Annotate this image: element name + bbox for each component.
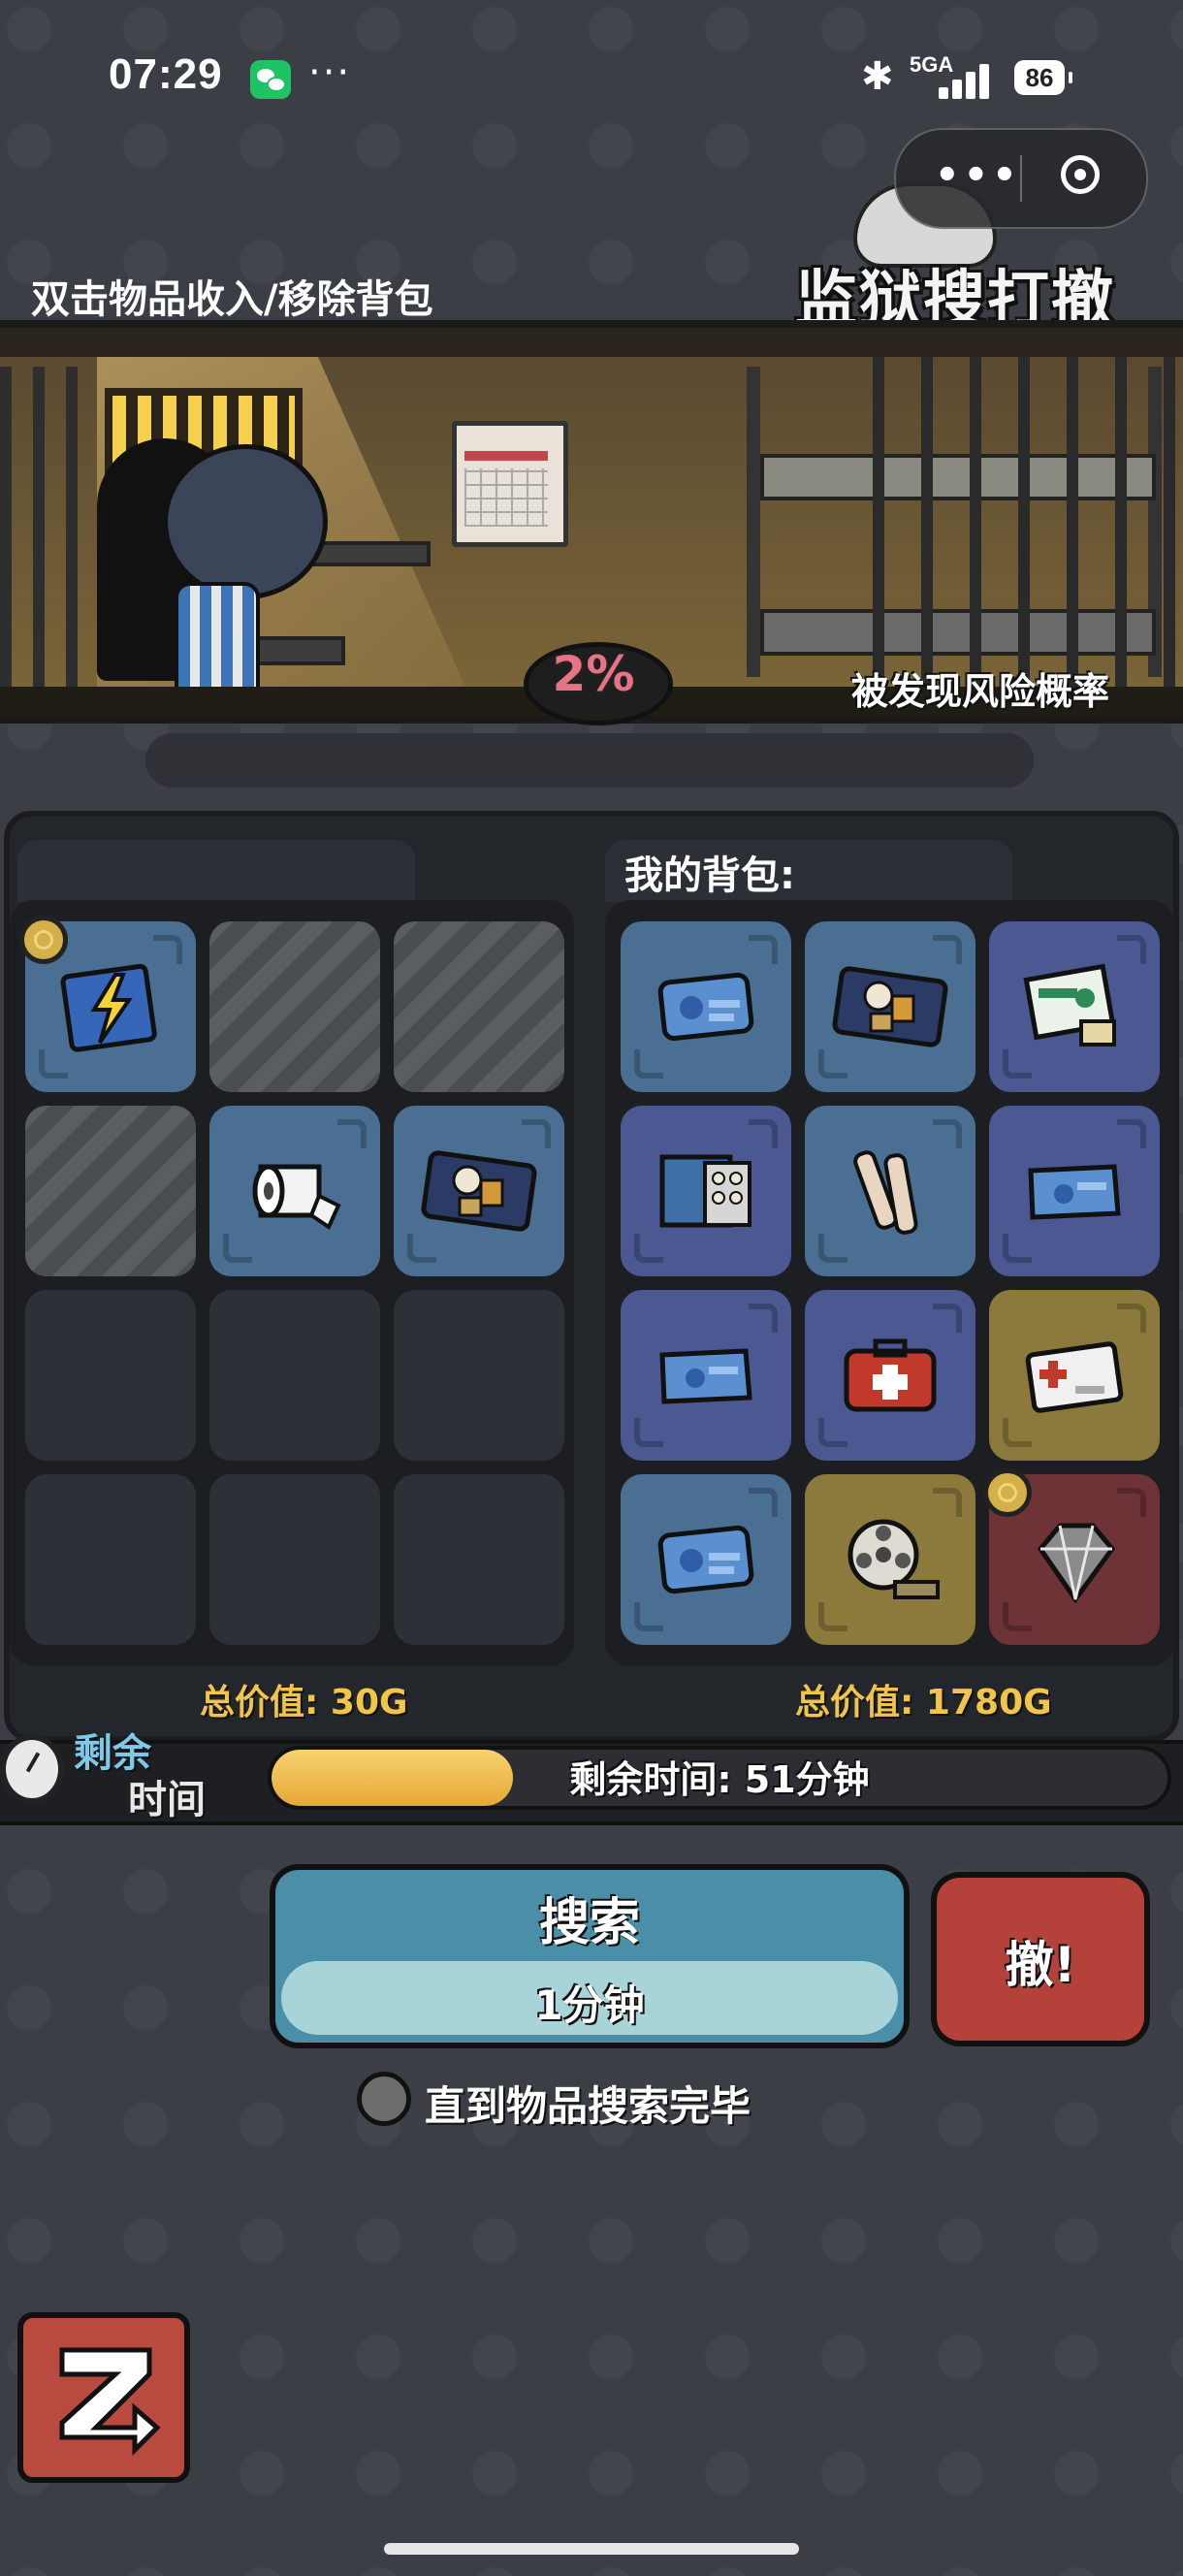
toilet-paper-icon <box>233 1129 357 1253</box>
more-notifications-icon: ··· <box>308 50 352 95</box>
container-tab <box>17 840 415 902</box>
container-total-value: 总价值: 30G <box>200 1683 408 1723</box>
search-button-label[interactable]: 搜索 <box>270 1882 910 1954</box>
cell-bars-left <box>0 367 97 687</box>
backpack-slot-5[interactable] <box>805 1106 975 1276</box>
backpack-slot-8[interactable] <box>805 1290 975 1461</box>
backpack-slot-4[interactable] <box>621 1106 791 1276</box>
gold-coin-icon <box>19 916 68 964</box>
container-slot-8 <box>209 1290 380 1461</box>
backpack-slot-9[interactable] <box>989 1290 1160 1461</box>
status-time: 07:29 <box>109 50 223 98</box>
keycard-icon <box>644 1313 768 1437</box>
search-progress-track <box>145 733 1034 788</box>
container-slot-2 <box>209 921 380 1092</box>
backpack-slot-3[interactable] <box>989 921 1160 1092</box>
container-slot-11 <box>209 1474 380 1645</box>
id-card-icon <box>644 1497 768 1622</box>
backpack-grid <box>605 900 1175 1666</box>
medicine-box-icon <box>1012 945 1136 1069</box>
first-aid-kit-icon <box>828 1313 952 1437</box>
search-until-done-toggle[interactable] <box>357 2072 411 2126</box>
withdraw-button-label[interactable]: 撤! <box>931 1926 1150 1996</box>
remaining-time-text: 剩余时间: 51分钟 <box>569 1758 870 1801</box>
menu-dots-icon[interactable]: ••• <box>935 153 1021 198</box>
bandage-icon <box>828 1129 952 1253</box>
container-slot-5[interactable] <box>209 1106 380 1276</box>
bluetooth-icon: ✱ <box>861 54 894 99</box>
pill-pack-icon <box>644 1129 768 1253</box>
container-slot-9 <box>394 1290 564 1461</box>
container-grid <box>10 900 574 1666</box>
backpack-slot-6[interactable] <box>989 1106 1160 1276</box>
remaining-time-label: 剩余 时间 <box>74 1730 206 1823</box>
back-button[interactable] <box>17 2312 190 2483</box>
backpack-slot-10[interactable] <box>621 1474 791 1645</box>
diamond-icon <box>1012 1497 1136 1622</box>
stopwatch-icon <box>0 1734 64 1804</box>
remaining-label-line1: 剩余 <box>74 1731 151 1776</box>
backpack-total-value: 总价值: 1780G <box>795 1683 1052 1723</box>
backpack-slot-1[interactable] <box>621 921 791 1092</box>
wall-calendar-icon <box>452 421 568 547</box>
medical-card-icon <box>1012 1313 1136 1437</box>
risk-label: 被发现风险概率 <box>851 670 1110 713</box>
battery-icon: 86 <box>1014 60 1072 95</box>
food-bag-icon <box>828 945 952 1069</box>
container-slot-10 <box>25 1474 196 1645</box>
prisoner-head <box>163 444 328 599</box>
gold-coin-icon <box>983 1468 1032 1517</box>
risk-percent: 2% <box>552 646 635 702</box>
backpack-slot-11[interactable] <box>805 1474 975 1645</box>
container-slot-7 <box>25 1290 196 1461</box>
signal-icon <box>939 60 997 99</box>
wechat-icon <box>250 60 291 99</box>
close-miniprogram-icon[interactable] <box>1061 155 1100 194</box>
double-tap-hint: 双击物品收入/移除背包 <box>31 277 433 322</box>
capsule-divider <box>1020 155 1022 202</box>
miniprogram-capsule: ••• <box>894 128 1148 229</box>
container-slot-6[interactable] <box>394 1106 564 1276</box>
film-reel-icon <box>828 1497 952 1622</box>
backpack-slot-7[interactable] <box>621 1290 791 1461</box>
search-duration[interactable]: 1分钟 <box>281 1973 898 2032</box>
back-arrow-icon <box>59 2347 161 2457</box>
search-until-done-label[interactable]: 直到物品搜索完毕 <box>425 2074 751 2133</box>
remaining-label-line2: 时间 <box>128 1778 206 1822</box>
id-card-icon <box>644 945 768 1069</box>
lightning-poster-icon <box>48 945 173 1069</box>
container-slot-12 <box>394 1474 564 1645</box>
keycard-icon <box>1012 1129 1136 1253</box>
food-bag-icon <box>417 1129 541 1253</box>
container-slot-4 <box>25 1106 196 1276</box>
cell-bars-right <box>873 357 1183 687</box>
home-indicator <box>384 2543 799 2555</box>
container-slot-3 <box>394 921 564 1092</box>
backpack-slot-2[interactable] <box>805 921 975 1092</box>
backpack-title: 我的背包: <box>624 853 795 898</box>
prisoner-body <box>175 582 260 696</box>
